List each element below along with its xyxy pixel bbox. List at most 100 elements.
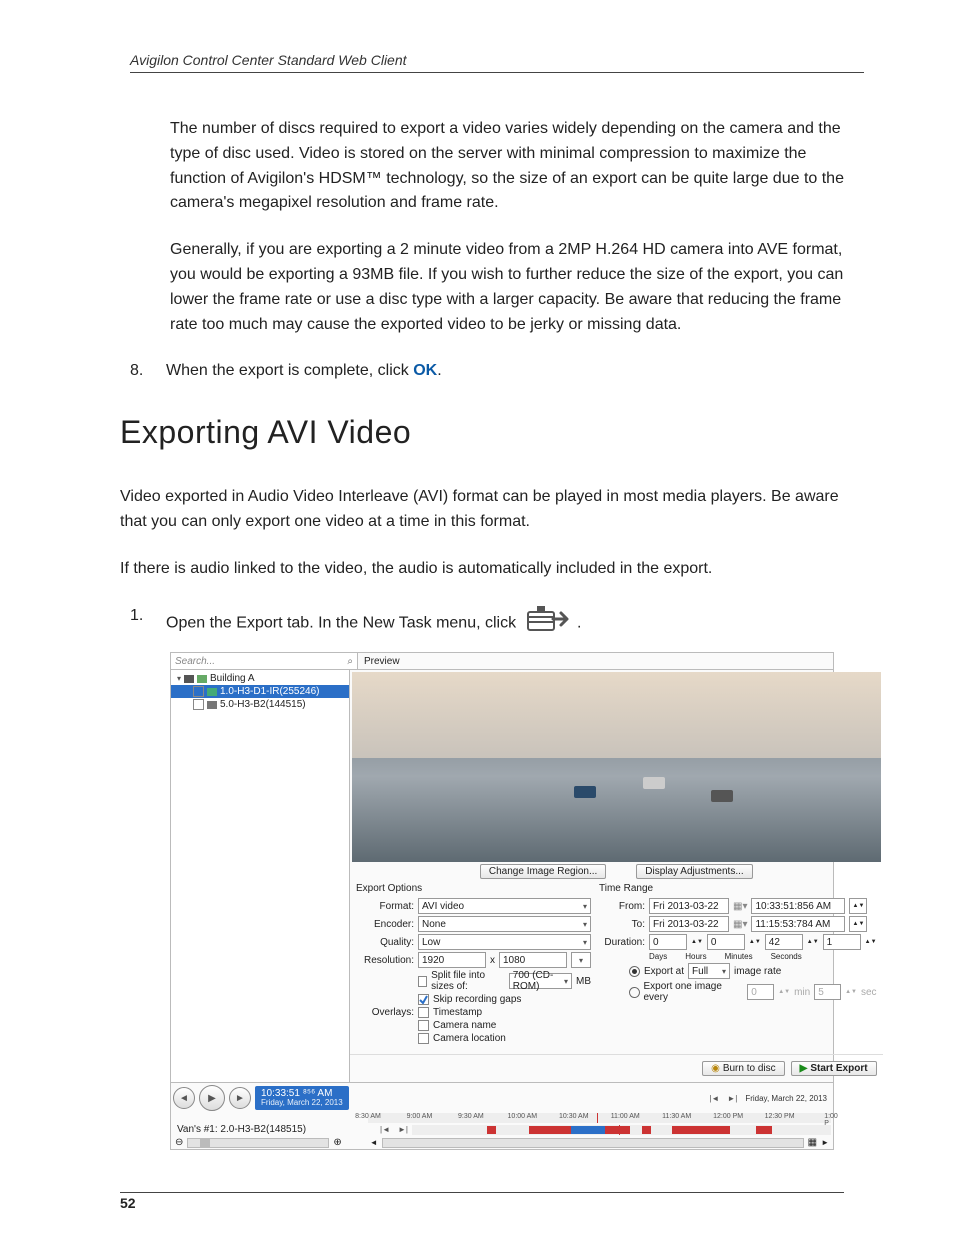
text: . (437, 362, 441, 379)
chevron-down-icon: ▾ (579, 956, 583, 965)
select-value: 700 (CD-ROM) (513, 970, 564, 992)
split-file-checkbox[interactable] (418, 976, 427, 987)
export-at-radio[interactable] (629, 966, 640, 977)
spinner[interactable]: ▲▼ (849, 898, 867, 914)
calendar-icon[interactable]: ▦▾ (733, 919, 747, 930)
to-time-input[interactable]: 11:15:53:784 AM (751, 916, 845, 932)
spinner[interactable]: ▲▼ (845, 989, 857, 995)
search-input[interactable]: Search... ⌕ (171, 653, 358, 669)
tree-label: Building A (210, 673, 254, 684)
label: Minutes (725, 952, 753, 961)
current-time-display: 10:33:51 ⁸⁵⁶ AM Friday, March 22, 2013 (255, 1086, 349, 1110)
label: Overlays: (356, 1007, 414, 1018)
tree-site[interactable]: ▾ Building A (171, 672, 349, 685)
duration-seconds-input[interactable]: 1 (823, 934, 861, 950)
ruler-tick: 12:00 PM (713, 1113, 743, 1120)
tree-label: 1.0-H3-D1-IR(255246) (220, 686, 320, 697)
slider-thumb[interactable] (200, 1139, 210, 1147)
label: Days (649, 952, 667, 961)
scroll-right-icon[interactable]: ► (821, 1138, 829, 1147)
play-button[interactable]: ▶ (199, 1085, 225, 1111)
duration-days-input[interactable]: 0 (649, 934, 687, 950)
display-adjustments-button[interactable]: Display Adjustments... (636, 864, 752, 879)
one-image-sec-input[interactable]: 5 (814, 984, 841, 1000)
quality-select[interactable]: Low▾ (418, 934, 591, 950)
camera-location-checkbox[interactable] (418, 1033, 429, 1044)
playhead[interactable] (619, 1125, 620, 1135)
duration-hours-input[interactable]: 0 (707, 934, 745, 950)
spinner[interactable]: ▲▼ (807, 939, 819, 945)
spinner[interactable]: ▲▼ (865, 939, 877, 945)
collapse-icon[interactable]: ▾ (177, 674, 181, 683)
timeline-last-button[interactable]: ►| (727, 1094, 737, 1103)
change-image-region-button[interactable]: Change Image Region... (480, 864, 606, 879)
resolution-height-input[interactable]: 1080 (499, 952, 567, 968)
time-ruler[interactable]: 8:30 AM9:00 AM9:30 AM10:00 AM10:30 AM11:… (368, 1113, 831, 1123)
step-8: 8. When the export is complete, click OK… (130, 359, 854, 384)
time-range-panel: Time Range From: Fri 2013-03-22 ▦▾ 10:33… (599, 883, 877, 1046)
label: min (794, 987, 810, 998)
resolution-width-input[interactable]: 1920 (418, 952, 486, 968)
chevron-down-icon: ▾ (583, 938, 587, 947)
video-preview (352, 672, 881, 862)
from-time-input[interactable]: 10:33:51:856 AM (751, 898, 845, 914)
zoom-out-icon[interactable]: ⊖ (175, 1137, 183, 1148)
horizontal-scrollbar[interactable] (382, 1138, 804, 1148)
track-first-button[interactable]: |◄ (380, 1125, 390, 1134)
next-button[interactable]: ► (229, 1087, 251, 1109)
to-date-input[interactable]: Fri 2013-03-22 (649, 916, 729, 932)
timeline-first-button[interactable]: |◄ (709, 1094, 719, 1103)
start-export-button[interactable]: ▶Start Export (791, 1061, 877, 1076)
prev-button[interactable]: ◄ (173, 1087, 195, 1109)
text: Open the Export tab. In the New Task men… (166, 614, 521, 631)
resolution-dropdown[interactable]: ▾ (571, 952, 591, 968)
tree-camera-selected[interactable]: 1.0-H3-D1-IR(255246) (171, 685, 349, 698)
label: Export one image every (644, 981, 744, 1003)
label: Timestamp (433, 1007, 482, 1018)
ok-label: OK (413, 362, 437, 379)
recording-track[interactable] (412, 1125, 831, 1135)
image-rate-select[interactable]: Full▾ (688, 963, 730, 979)
burn-to-disc-button[interactable]: ◉Burn to disc (702, 1061, 785, 1076)
checkbox[interactable] (193, 699, 204, 710)
export-one-radio[interactable] (629, 987, 640, 998)
chevron-down-icon: ▾ (583, 920, 587, 929)
duration-minutes-input[interactable]: 42 (765, 934, 803, 950)
one-image-min-input[interactable]: 0 (747, 984, 774, 1000)
ruler-tick: 9:30 AM (458, 1113, 484, 1120)
label: Split file into sizes of: (431, 970, 505, 992)
spinner[interactable]: ▲▼ (849, 916, 867, 932)
label: From: (599, 901, 645, 912)
track-last-button[interactable]: ►| (398, 1125, 408, 1134)
label: Export at (644, 966, 684, 977)
label: Seconds (771, 952, 802, 961)
timestamp-checkbox[interactable] (418, 1007, 429, 1018)
search-placeholder: Search... (175, 656, 215, 667)
camera-name-checkbox[interactable] (418, 1020, 429, 1031)
split-size-select[interactable]: 700 (CD-ROM)▾ (509, 973, 572, 989)
ruler-tick: 11:00 AM (611, 1113, 640, 1120)
skip-gaps-checkbox[interactable] (418, 994, 429, 1005)
zoom-in-icon[interactable]: ⊕ (333, 1137, 341, 1148)
calendar-icon[interactable]: ▦▾ (733, 901, 747, 912)
step-text: Open the Export tab. In the New Task men… (166, 604, 854, 643)
timeline-panel: ◄ ▶ ► 10:33:51 ⁸⁵⁶ AM Friday, March 22, … (171, 1082, 833, 1149)
spinner[interactable]: ▲▼ (691, 939, 703, 945)
format-select[interactable]: AVI video▾ (418, 898, 591, 914)
spinner[interactable]: ▲▼ (749, 939, 761, 945)
x-label: x (490, 955, 495, 966)
scroll-left-icon[interactable]: ◄ (370, 1138, 378, 1147)
date-value: Friday, March 22, 2013 (261, 1099, 343, 1108)
label: Hours (685, 952, 706, 961)
checkbox[interactable] (193, 686, 204, 697)
spinner[interactable]: ▲▼ (778, 989, 790, 995)
running-header: Avigilon Control Center Standard Web Cli… (130, 52, 864, 73)
ruler-tick: 10:00 AM (508, 1113, 538, 1120)
playhead[interactable] (597, 1113, 598, 1123)
tree-camera[interactable]: 5.0-H3-B2(144515) (171, 698, 349, 711)
zoom-slider[interactable] (187, 1138, 329, 1148)
from-date-input[interactable]: Fri 2013-03-22 (649, 898, 729, 914)
encoder-select[interactable]: None▾ (418, 916, 591, 932)
export-marker-icon[interactable]: ▦ (808, 1137, 817, 1148)
paragraph-text: Video exported in Audio Video Interleave… (120, 485, 854, 535)
